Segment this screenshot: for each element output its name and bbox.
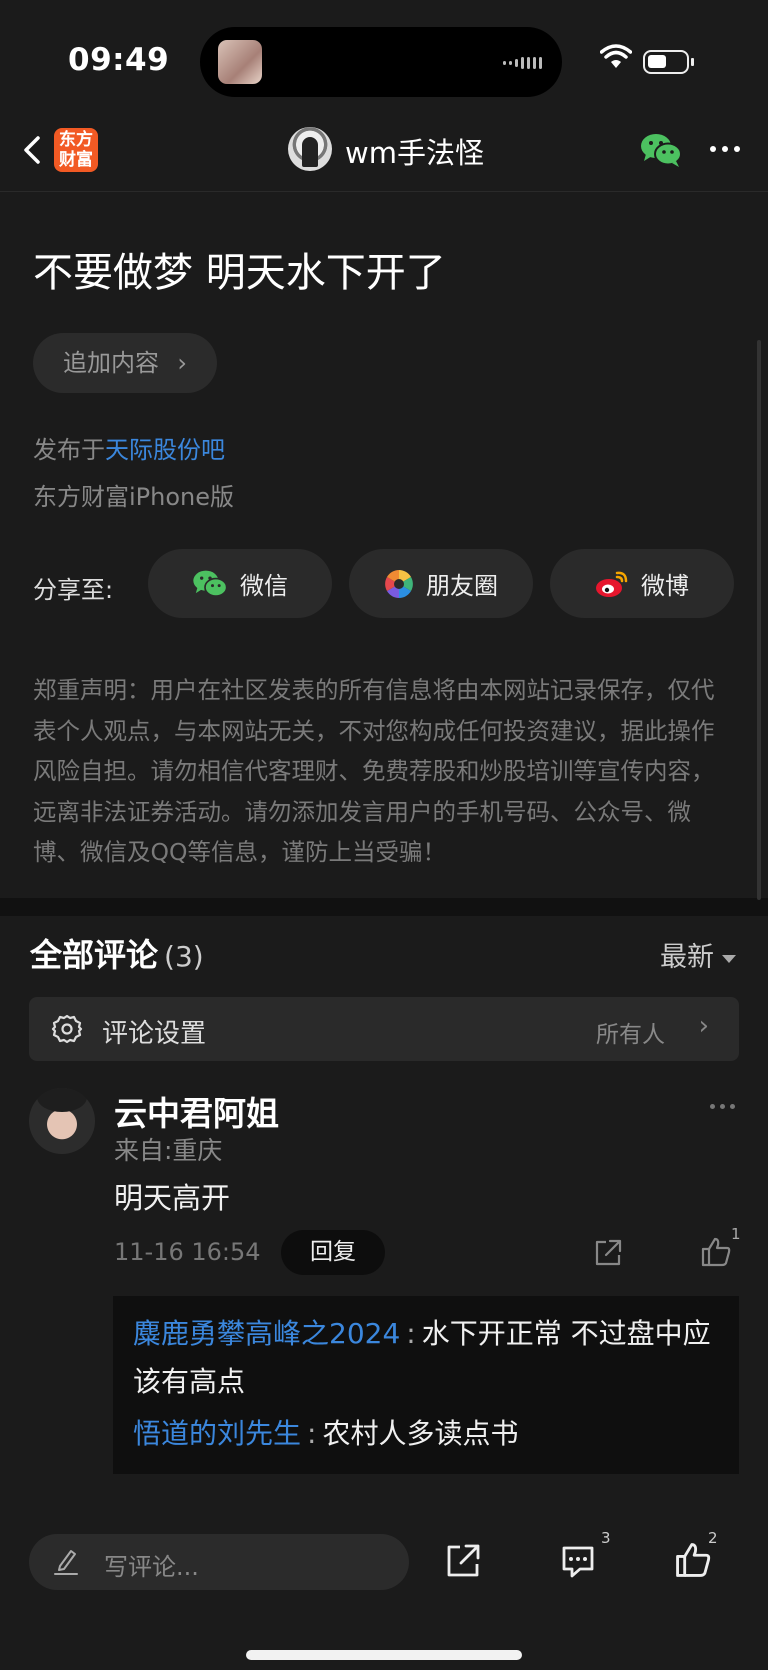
- wechat-icon: [193, 570, 228, 597]
- post-source: 东方财富iPhone版: [33, 483, 235, 511]
- share-moments-label: 朋友圈: [426, 572, 498, 600]
- app-logo-text: 东方财富: [59, 130, 93, 170]
- reply-button[interactable]: 回复: [281, 1230, 385, 1275]
- reply-user[interactable]: 悟道的刘先生: [133, 1417, 301, 1450]
- back-icon[interactable]: [18, 130, 48, 170]
- gear-icon: [51, 1014, 83, 1044]
- chevron-right-icon: ›: [177, 349, 187, 377]
- commenter-avatar[interactable]: [29, 1088, 95, 1154]
- forum-link[interactable]: 天际股份吧: [105, 436, 225, 464]
- author-name[interactable]: wm手法怪: [345, 130, 484, 172]
- wechat-icon[interactable]: [640, 132, 682, 168]
- scrollbar[interactable]: [757, 340, 761, 900]
- append-content-label: 追加内容: [63, 349, 159, 377]
- comments-title: 全部评论 (3): [30, 930, 204, 976]
- comment-count-badge: 3: [601, 1529, 611, 1547]
- app-logo[interactable]: 东方财富: [54, 128, 98, 172]
- comments-count: (3): [164, 940, 204, 973]
- reply-item[interactable]: 悟道的刘先生: 农村人多读点书: [133, 1414, 518, 1454]
- battery-level: [648, 55, 666, 68]
- share-icon[interactable]: [445, 1543, 481, 1579]
- write-comment-input[interactable]: 写评论...: [29, 1534, 409, 1590]
- comment-more-icon[interactable]: [710, 1104, 735, 1109]
- append-content-button[interactable]: 追加内容 ›: [33, 333, 217, 393]
- caret-down-icon: [722, 954, 736, 963]
- share-label: 分享至:: [33, 576, 114, 604]
- author-avatar[interactable]: [288, 127, 332, 171]
- comment-settings-value: 所有人: [596, 1022, 665, 1048]
- audio-wave-icon: [503, 57, 542, 69]
- post-title: 不要做梦 明天水下开了: [33, 250, 446, 296]
- comments-title-label: 全部评论: [30, 936, 159, 974]
- reply-user[interactable]: 麋鹿勇攀高峰之2024: [133, 1317, 400, 1350]
- comment-settings-label: 评论设置: [102, 1019, 207, 1049]
- pencil-icon: [54, 1550, 78, 1575]
- dynamic-island[interactable]: [200, 27, 562, 97]
- weibo-icon: [596, 571, 628, 597]
- commenter-name[interactable]: 云中君阿姐: [114, 1087, 279, 1135]
- share-icon[interactable]: [593, 1238, 623, 1268]
- like-count-badge: 2: [708, 1529, 718, 1547]
- forum-prefix: 发布于: [33, 436, 105, 464]
- reply-text: 农村人多读点书: [322, 1417, 519, 1450]
- sort-label: 最新: [660, 942, 714, 973]
- battery-icon: [643, 50, 694, 74]
- comment-icon[interactable]: [560, 1543, 596, 1579]
- comment-settings-row[interactable]: 评论设置 所有人 ›: [29, 997, 739, 1061]
- home-indicator[interactable]: [246, 1650, 522, 1660]
- now-playing-artwork: [218, 40, 262, 84]
- chevron-right-icon: ›: [698, 1011, 709, 1041]
- comment-text: 明天高开: [114, 1181, 231, 1215]
- share-weibo-button[interactable]: 微博: [550, 549, 734, 618]
- status-bar: 09:49: [0, 0, 768, 120]
- wifi-icon: [600, 44, 632, 68]
- reply-separator: :: [307, 1417, 317, 1450]
- sort-dropdown[interactable]: 最新: [660, 935, 736, 974]
- post-forum: 发布于天际股份吧: [33, 430, 225, 465]
- write-comment-placeholder: 写评论...: [104, 1553, 199, 1581]
- section-divider: [0, 898, 768, 916]
- thumbs-up-icon[interactable]: [674, 1541, 712, 1579]
- reply-item[interactable]: 麋鹿勇攀高峰之2024: 水下开正常 不过盘中应该有高点: [133, 1310, 723, 1406]
- share-moments-button[interactable]: 朋友圈: [349, 549, 533, 618]
- bottom-bar: 写评论... 3 2: [0, 1507, 768, 1670]
- nav-bar: 东方财富 wm手法怪: [0, 120, 768, 192]
- share-wechat-label: 微信: [240, 572, 288, 600]
- reply-separator: :: [406, 1317, 416, 1350]
- disclaimer: 郑重声明：用户在社区发表的所有信息将由本网站记录保存，仅代表个人观点，与本网站无…: [33, 676, 715, 866]
- status-time: 09:49: [68, 42, 170, 78]
- share-wechat-button[interactable]: 微信: [148, 549, 332, 618]
- comment-time: 11-16 16:54: [114, 1238, 261, 1266]
- more-icon[interactable]: [710, 146, 740, 152]
- moments-icon: [385, 569, 413, 598]
- commenter-location: 来自:重庆: [114, 1136, 223, 1165]
- comment-like-count: 1: [731, 1225, 741, 1243]
- thumbs-up-icon[interactable]: [700, 1236, 732, 1268]
- share-weibo-label: 微博: [641, 572, 689, 600]
- reply-list: 麋鹿勇攀高峰之2024: 水下开正常 不过盘中应该有高点 悟道的刘先生: 农村人多读…: [113, 1296, 739, 1474]
